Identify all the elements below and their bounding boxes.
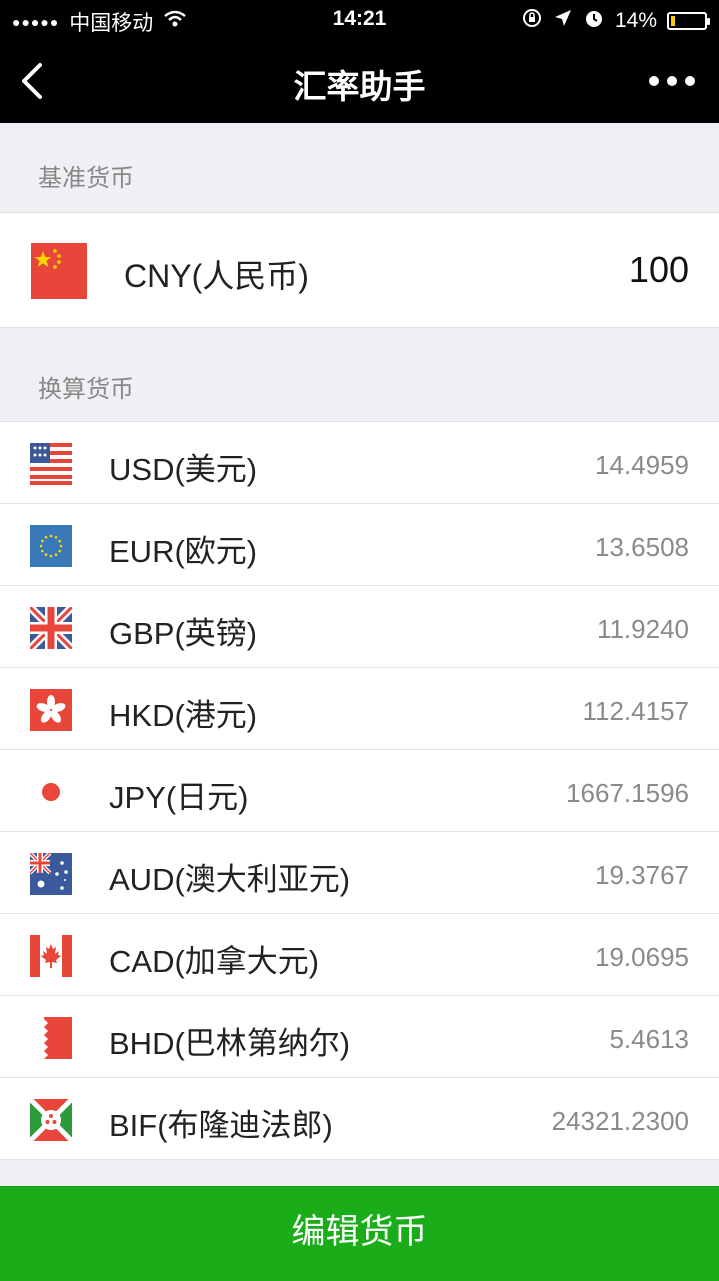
alarm-clock-icon [583, 7, 605, 35]
edit-currencies-button[interactable]: 编辑货币 [0, 1186, 719, 1281]
list-item[interactable]: AUD(澳大利亚元) 19.3767 [0, 832, 719, 914]
burundi-flag-icon [28, 1097, 74, 1146]
currency-list: USD(美元) 14.4959 EUR(欧元) 13.6508 GBP(英镑) … [0, 421, 719, 1160]
uk-flag-icon [27, 604, 75, 654]
list-item[interactable]: USD(美元) 14.4959 [0, 422, 719, 504]
more-dots-icon [649, 76, 659, 86]
japan-flag-icon [30, 771, 72, 818]
currency-rate: 11.9240 [596, 614, 689, 644]
currency-rate: 13.6508 [595, 532, 689, 562]
currency-code: BHD(巴林第纳尔) [109, 1026, 351, 1061]
currency-rate: 19.3767 [595, 860, 689, 890]
base-currency-name: CNY(人民币) [124, 258, 309, 294]
page-title: 汇率助手 [293, 68, 426, 105]
base-currency-row[interactable]: CNY(人民币) 100 [0, 212, 719, 328]
convert-section-label: 换算货币 [38, 376, 134, 403]
canada-flag-icon [30, 935, 72, 982]
currency-code: HKD(港元) [109, 698, 258, 733]
usa-flag-icon [30, 443, 72, 490]
base-amount-input[interactable]: 100 [629, 249, 689, 291]
currency-code: USD(美元) [109, 452, 258, 487]
list-item[interactable]: GBP(英镑) 11.9240 [0, 586, 719, 668]
list-item[interactable]: HKD(港元) 112.4157 [0, 668, 719, 750]
battery-icon [667, 12, 710, 30]
currency-code: EUR(欧元) [109, 534, 258, 569]
eu-flag-icon [30, 525, 72, 572]
australia-flag-icon [28, 851, 72, 900]
currency-code: AUD(澳大利亚元) [109, 862, 351, 897]
location-arrow-icon [553, 8, 573, 34]
currency-code: GBP(英镑) [109, 616, 258, 651]
rotation-lock-icon [521, 7, 543, 35]
base-section-label: 基准货币 [38, 165, 134, 192]
list-item[interactable]: BHD(巴林第纳尔) 5.4613 [0, 996, 719, 1078]
nav-bar: 汇率助手 [0, 40, 719, 123]
currency-code: CAD(加拿大元) [109, 944, 320, 979]
currency-code: BIF(布隆迪法郎) [109, 1108, 333, 1143]
bahrain-flag-icon [30, 1017, 72, 1064]
currency-rate: 24321.2300 [551, 1106, 689, 1136]
list-item[interactable]: EUR(欧元) 13.6508 [0, 504, 719, 586]
hong-kong-flag-icon [30, 689, 72, 736]
battery-percent: 14% [614, 9, 657, 32]
currency-rate: 19.0695 [595, 942, 689, 972]
list-item[interactable]: BIF(布隆迪法郎) 24321.2300 [0, 1078, 719, 1160]
currency-rate: 5.4613 [609, 1024, 689, 1054]
currency-rate: 1667.1596 [566, 778, 689, 808]
list-item[interactable]: JPY(日元) 1667.1596 [0, 750, 719, 832]
currency-rate: 14.4959 [595, 450, 689, 480]
china-flag-icon [31, 243, 87, 304]
currency-code: JPY(日元) [109, 780, 249, 815]
status-bar: ●●●●● 中国移动 14:21 14% [0, 0, 719, 40]
more-options-button[interactable] [649, 66, 695, 96]
currency-rate: 112.4157 [582, 696, 689, 726]
list-item[interactable]: CAD(加拿大元) 19.0695 [0, 914, 719, 996]
